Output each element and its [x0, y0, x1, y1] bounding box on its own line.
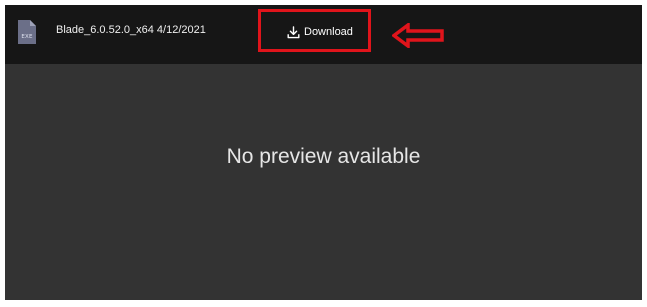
download-icon: [287, 25, 300, 39]
left-arrow-outline-icon: [392, 23, 444, 48]
file-toolbar: EXE Blade_6.0.52.0_x64 4/12/2021 Downloa…: [5, 5, 642, 64]
file-name-and-date: Blade_6.0.52.0_x64 4/12/2021: [56, 24, 206, 36]
download-button[interactable]: Download: [287, 24, 353, 40]
file-preview-window: EXE Blade_6.0.52.0_x64 4/12/2021 Downloa…: [5, 5, 642, 300]
file-extension-label: EXE: [21, 34, 33, 40]
download-label: Download: [304, 26, 353, 38]
no-preview-message: No preview available: [226, 145, 421, 168]
download-highlight-box: Download: [258, 9, 371, 52]
exe-file-icon: EXE: [18, 20, 36, 44]
